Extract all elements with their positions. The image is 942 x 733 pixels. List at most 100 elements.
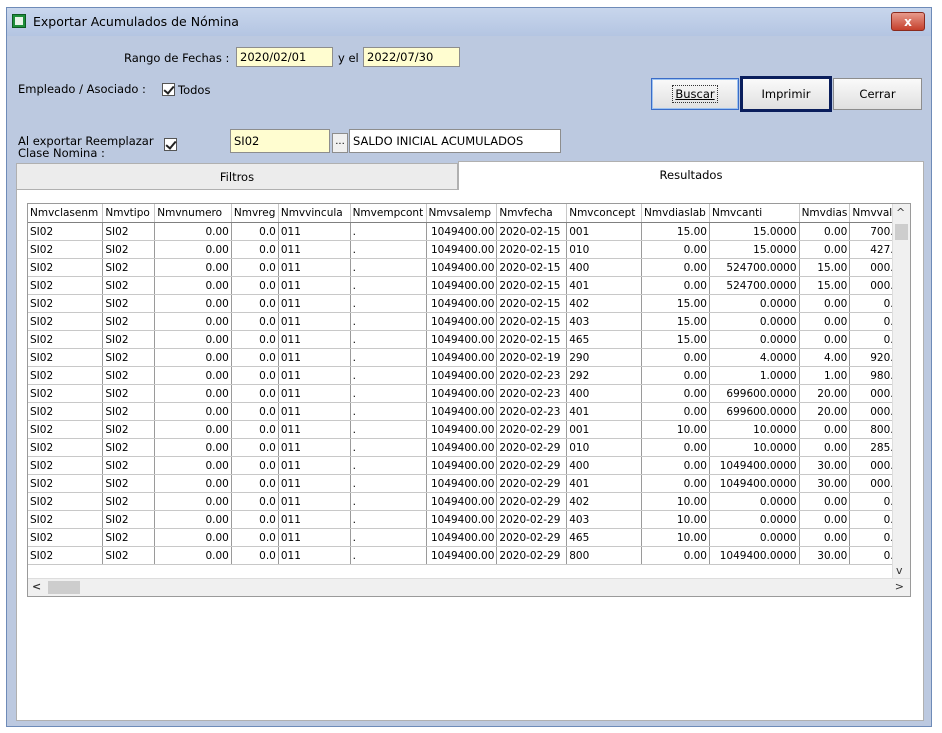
table-cell: 0.0 <box>231 222 279 241</box>
table-cell: 403 <box>566 312 643 331</box>
reemplazar-checkbox[interactable] <box>164 138 177 151</box>
table-cell: 1049400.00 <box>426 510 498 529</box>
tab-resultados[interactable]: Resultados <box>458 161 924 191</box>
cerrar-button[interactable]: Cerrar <box>833 78 922 110</box>
table-row[interactable]: SI02 SI02 0.00 0.0 011. 1049400.00 2020-02-29 8… <box>28 546 910 565</box>
table-row[interactable]: SI02 SI02 0.00 0.0 011. 1049400.00 2020-02-29 0… <box>28 438 910 457</box>
table-row[interactable]: SI02 SI02 0.00 0.0 011. 1049400.00 2020-02-29 4… <box>28 492 910 511</box>
horizontal-scroll-thumb[interactable] <box>48 581 80 594</box>
table-row[interactable]: SI02 SI02 0.00 0.0 011. 1049400.00 2020-02-15 0… <box>28 222 910 241</box>
scroll-up-icon[interactable]: ^ <box>896 206 905 220</box>
table-cell: 0.00 <box>154 330 232 349</box>
column-header[interactable]: Nmvnumero <box>154 204 232 223</box>
column-header[interactable]: Nmvdiaslab <box>641 204 710 223</box>
vertical-scrollbar[interactable]: ^ v <box>892 204 910 580</box>
table-cell: 699600.0000 <box>709 402 800 421</box>
table-row[interactable]: SI02 SI02 0.00 0.0 011. 1049400.00 2020-02-15 4… <box>28 312 910 331</box>
table-row[interactable]: SI02 SI02 0.00 0.0 011. 1049400.00 2020-02-23 4… <box>28 384 910 403</box>
table-cell: 465 <box>566 330 643 349</box>
table-cell: SI02 <box>28 528 104 547</box>
tab-filtros[interactable]: Filtros <box>16 163 458 190</box>
table-cell: 400 <box>566 384 643 403</box>
table-cell: 2020-02-29 <box>496 420 568 439</box>
imprimir-button[interactable]: Imprimir <box>740 76 832 112</box>
table-cell: 0.0000 <box>709 294 800 313</box>
column-header[interactable]: Nmvconcept <box>566 204 643 223</box>
table-cell: 0.00 <box>154 420 232 439</box>
scroll-right-icon[interactable]: > <box>895 580 904 594</box>
table-cell: 2020-02-29 <box>496 474 568 493</box>
table-row[interactable]: SI02 SI02 0.00 0.0 011. 1049400.00 2020-02-23 4… <box>28 402 910 421</box>
table-cell: 20.00 <box>799 402 851 421</box>
table-row[interactable]: SI02 SI02 0.00 0.0 011. 1049400.00 2020-02-23 2… <box>28 366 910 385</box>
column-header[interactable]: Nmvclasenm <box>28 204 104 223</box>
column-header[interactable]: Nmvreg <box>231 204 279 223</box>
table-cell: . <box>350 456 427 475</box>
column-header[interactable]: Nmvfecha <box>496 204 568 223</box>
table-row[interactable]: SI02 SI02 0.00 0.0 011. 1049400.00 2020-02-15 4… <box>28 276 910 295</box>
table-cell: 0.00 <box>799 330 851 349</box>
table-cell: 0.00 <box>154 456 232 475</box>
todos-checkbox[interactable] <box>162 83 175 96</box>
table-cell: 10.00 <box>641 420 710 439</box>
column-header[interactable]: Nmvsalemp <box>426 204 498 223</box>
table-cell: 0.00 <box>799 294 851 313</box>
column-header[interactable]: Nmvtipo <box>102 204 156 223</box>
table-row[interactable]: SI02 SI02 0.00 0.0 011. 1049400.00 2020-02-29 4… <box>28 474 910 493</box>
table-row[interactable]: SI02 SI02 0.00 0.0 011. 1049400.00 2020-02-15 4… <box>28 258 910 277</box>
table-row[interactable]: SI02 SI02 0.00 0.0 011. 1049400.00 2020-02-29 4… <box>28 510 910 529</box>
table-cell: 2020-02-29 <box>496 510 568 529</box>
horizontal-scrollbar[interactable]: < > <box>28 578 910 596</box>
table-cell: 0.00 <box>154 366 232 385</box>
table-row[interactable]: SI02 SI02 0.00 0.0 011. 1049400.00 2020-02-15 0… <box>28 240 910 259</box>
column-header[interactable]: Nmvdias <box>799 204 851 223</box>
table-cell: 0.00 <box>154 438 232 457</box>
table-cell: . <box>350 438 427 457</box>
column-header[interactable]: Nmvempcont <box>350 204 427 223</box>
vertical-scroll-thumb[interactable] <box>895 224 908 240</box>
table-row[interactable]: SI02 SI02 0.00 0.0 011. 1049400.00 2020-02-29 0… <box>28 420 910 439</box>
clase-lookup-button[interactable]: ... <box>332 133 348 153</box>
export-dialog: Exportar Acumulados de Nómina x Rango de… <box>6 7 932 727</box>
fecha-hasta-input[interactable]: 2022/07/30 <box>363 47 460 67</box>
table-cell: 800 <box>566 546 643 565</box>
empleado-label: Empleado / Asociado : <box>18 82 146 96</box>
table-cell: 011 <box>278 492 351 511</box>
table-cell: 10.00 <box>641 492 710 511</box>
column-header[interactable]: Nmvvincula <box>278 204 351 223</box>
table-cell: 10.0000 <box>709 438 800 457</box>
table-cell: SI02 <box>28 510 104 529</box>
scroll-down-icon[interactable]: v <box>896 564 903 578</box>
table-row[interactable]: SI02 SI02 0.00 0.0 011. 1049400.00 2020-02-29 4… <box>28 456 910 475</box>
table-cell: 011 <box>278 456 351 475</box>
table-cell: . <box>350 240 427 259</box>
table-cell: 0.00 <box>641 456 710 475</box>
table-cell: SI02 <box>28 474 104 493</box>
tab-strip: Filtros Resultados <box>16 161 924 191</box>
table-cell: 403 <box>566 510 643 529</box>
table-cell: 0.0 <box>231 402 279 421</box>
table-cell: 402 <box>566 294 643 313</box>
results-grid[interactable]: Nmvclasenm Nmvtipo Nmvnumero Nmvreg Nmvvincu… <box>27 203 911 597</box>
table-cell: 0.00 <box>154 348 232 367</box>
table-row[interactable]: SI02 SI02 0.00 0.0 011. 1049400.00 2020-02-19 2… <box>28 348 910 367</box>
close-window-button[interactable]: x <box>891 12 925 31</box>
table-cell: SI02 <box>28 492 104 511</box>
fecha-desde-input[interactable]: 2020/02/01 <box>236 47 333 67</box>
table-row[interactable]: SI02 SI02 0.00 0.0 011. 1049400.00 2020-02-15 4… <box>28 330 910 349</box>
column-header[interactable]: Nmvcanti <box>709 204 800 223</box>
buscar-button[interactable]: Buscar <box>651 78 739 110</box>
scroll-left-icon[interactable]: < <box>32 580 41 594</box>
table-cell: 011 <box>278 510 351 529</box>
table-row[interactable]: SI02 SI02 0.00 0.0 011. 1049400.00 2020-02-15 4… <box>28 294 910 313</box>
table-row[interactable]: SI02 SI02 0.00 0.0 011. 1049400.00 2020-02-29 4… <box>28 528 910 547</box>
table-cell: 0.0 <box>231 366 279 385</box>
table-cell: 4.00 <box>799 348 851 367</box>
table-cell: 1049400.00 <box>426 258 498 277</box>
table-cell: 1049400.00 <box>426 330 498 349</box>
table-cell: SI02 <box>28 384 104 403</box>
table-cell: 0.0 <box>231 330 279 349</box>
table-cell: . <box>350 312 427 331</box>
table-cell: 2020-02-29 <box>496 438 568 457</box>
clase-code-input[interactable]: SI02 <box>230 129 330 153</box>
